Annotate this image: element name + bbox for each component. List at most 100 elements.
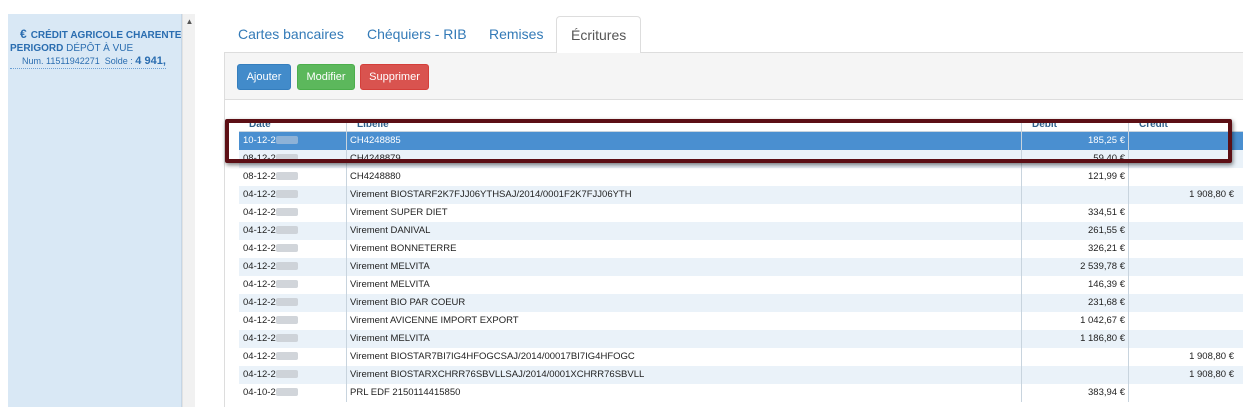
- cell-debit: 231,68 €: [1022, 294, 1127, 312]
- cell-debit-text: 1 042,67 €: [1080, 315, 1125, 326]
- redacted-year: [275, 298, 298, 307]
- cell-debit-text: 1 186,80 €: [1080, 333, 1125, 344]
- cell-libelle: Virement MELVITA: [350, 258, 1020, 276]
- tab-chequiers-rib[interactable]: Chéquiers - RIB: [353, 16, 481, 53]
- account-number: Num. 11511942271: [22, 56, 100, 66]
- cell-libelle-text: Virement SUPER DIET: [350, 207, 448, 218]
- cell-libelle: Virement MELVITA: [350, 330, 1020, 348]
- redacted-year: [275, 172, 298, 181]
- cell-date: 04-12-2: [243, 204, 343, 222]
- cell-date-text: 04-12-2: [243, 315, 276, 326]
- highlight-annotation: [225, 119, 1232, 163]
- cell-date-text: 08-12-2: [243, 171, 276, 182]
- table-row[interactable]: 04-12-2 Virement MELVITA 146,39 €: [239, 276, 1243, 294]
- redacted-year: [275, 280, 298, 289]
- redacted-year: [275, 370, 298, 379]
- redacted-year: [275, 316, 298, 325]
- cell-date-text: 04-12-2: [243, 207, 276, 218]
- redacted-year: [275, 190, 298, 199]
- tab-remises[interactable]: Remises: [475, 16, 557, 53]
- cell-date-text: 04-12-2: [243, 189, 276, 200]
- cell-debit-text: 261,55 €: [1088, 225, 1125, 236]
- sidebar-scrollbar[interactable]: ▲: [182, 14, 195, 407]
- cell-libelle-text: Virement BIOSTARF2K7FJJ06YTHSAJ/2014/000…: [350, 189, 632, 200]
- table-row[interactable]: 04-12-2 Virement BIOSTARF2K7FJJ06YTHSAJ/2…: [239, 186, 1243, 204]
- cell-date: 04-12-2: [243, 348, 343, 366]
- cell-libelle-text: Virement BIOSTARXCHRR76SBVLLSAJ/2014/000…: [350, 369, 645, 380]
- cell-date: 04-12-2: [243, 258, 343, 276]
- cell-date: 04-12-2: [243, 366, 343, 384]
- cell-date: 04-12-2: [243, 294, 343, 312]
- cell-credit: 1 908,80 €: [1129, 366, 1234, 384]
- cell-date: 04-12-2: [243, 240, 343, 258]
- cell-libelle-text: PRL EDF 2150114415850: [350, 387, 461, 398]
- cell-credit: [1129, 276, 1234, 294]
- table-row[interactable]: 08-12-2 CH4248880 121,99 €: [239, 168, 1243, 186]
- cell-debit-text: 383,94 €: [1088, 387, 1125, 398]
- bank-name: CRÉDIT AGRICOLE CHARENTE: [30, 30, 182, 41]
- cell-libelle: Virement BIOSTARF2K7FJJ06YTHSAJ/2014/000…: [350, 186, 1020, 204]
- redacted-year: [275, 388, 298, 397]
- table-row[interactable]: 04-12-2 Virement SUPER DIET 334,51 €: [239, 204, 1243, 222]
- add-button[interactable]: Ajouter: [237, 64, 291, 90]
- cell-credit: 1 908,80 €: [1129, 186, 1234, 204]
- cell-date: 04-12-2: [243, 276, 343, 294]
- table-row[interactable]: 04-12-2 Virement MELVITA 2 539,78 €: [239, 258, 1243, 276]
- cell-debit: [1022, 186, 1127, 204]
- table-row[interactable]: 04-12-2 Virement DANIVAL 261,55 €: [239, 222, 1243, 240]
- cell-libelle-text: Virement DANIVAL: [350, 225, 431, 236]
- account-sidebar: € CRÉDIT AGRICOLE CHARENTE PERIGORD DÉPÔT…: [8, 14, 182, 407]
- cell-libelle-text: Virement BONNETERRE: [350, 243, 457, 254]
- cell-date-text: 04-12-2: [243, 279, 276, 290]
- balance-label: Solde :: [104, 56, 133, 66]
- table-row[interactable]: 04-12-2 Virement BIO PAR COEUR 231,68 €: [239, 294, 1243, 312]
- cell-date: 04-12-2: [243, 186, 343, 204]
- cell-date: 04-12-2: [243, 312, 343, 330]
- cell-credit: [1129, 168, 1234, 186]
- euro-icon: €: [20, 27, 27, 41]
- cell-credit: [1129, 258, 1234, 276]
- table-row[interactable]: 04-12-2 Virement MELVITA 1 186,80 €: [239, 330, 1243, 348]
- table-row[interactable]: 04-12-2 Virement BIOSTARXCHRR76SBVLLSAJ/2…: [239, 366, 1243, 384]
- cell-date-text: 04-12-2: [243, 333, 276, 344]
- account-type: DÉPÔT À VUE: [66, 43, 134, 54]
- cell-date-text: 04-12-2: [243, 369, 276, 380]
- cell-libelle: Virement BONNETERRE: [350, 240, 1020, 258]
- balance-value: 4 941,: [135, 55, 166, 67]
- cell-libelle-text: Virement BIOSTAR7BI7IG4HFOGCSAJ/2014/000…: [350, 351, 635, 362]
- table-body: 10-12-2 CH4248885 185,25 €08-12-2 CH4248879…: [239, 132, 1243, 402]
- cell-date-text: 04-12-2: [243, 297, 276, 308]
- ecritures-panel: Ajouter Modifier Supprimer Date Libellé …: [224, 53, 1243, 407]
- edit-button[interactable]: Modifier: [297, 64, 355, 90]
- cell-debit: 334,51 €: [1022, 204, 1127, 222]
- redacted-year: [275, 244, 298, 253]
- cell-credit-text: 1 908,80 €: [1189, 369, 1234, 380]
- cell-credit: [1129, 312, 1234, 330]
- cell-debit: [1022, 348, 1127, 366]
- tab-ecritures[interactable]: Écritures: [556, 16, 642, 54]
- cell-debit-text: 2 539,78 €: [1080, 261, 1125, 272]
- cell-libelle-text: Virement MELVITA: [350, 261, 430, 272]
- account-item[interactable]: € CRÉDIT AGRICOLE CHARENTE PERIGORD DÉPÔT…: [8, 14, 181, 69]
- cell-credit: [1129, 240, 1234, 258]
- cell-debit-text: 146,39 €: [1088, 279, 1125, 290]
- scroll-up-icon[interactable]: ▲: [183, 14, 196, 30]
- table-row[interactable]: 04-12-2 Virement BIOSTAR7BI7IG4HFOGCSAJ/2…: [239, 348, 1243, 366]
- table-row[interactable]: 04-12-2 Virement AVICENNE IMPORT EXPORT 1 …: [239, 312, 1243, 330]
- cell-date-text: 04-10-2: [243, 387, 276, 398]
- cell-debit: 1 042,67 €: [1022, 312, 1127, 330]
- cell-libelle: Virement BIOSTARXCHRR76SBVLLSAJ/2014/000…: [350, 366, 1020, 384]
- cell-date-text: 04-12-2: [243, 243, 276, 254]
- cell-libelle: Virement BIO PAR COEUR: [350, 294, 1020, 312]
- table-row[interactable]: 04-10-2 PRL EDF 2150114415850 383,94 €: [239, 384, 1243, 402]
- cell-debit: 383,94 €: [1022, 384, 1127, 402]
- account-region: PERIGORD: [10, 43, 64, 54]
- cell-credit: [1129, 384, 1234, 402]
- account-number-balance: Num. 11511942271 Solde : 4 941,: [10, 55, 166, 69]
- table-row[interactable]: 04-12-2 Virement BONNETERRE 326,21 €: [239, 240, 1243, 258]
- cell-libelle: Virement DANIVAL: [350, 222, 1020, 240]
- cell-debit: 326,21 €: [1022, 240, 1127, 258]
- tab-cartes-bancaires[interactable]: Cartes bancaires: [224, 16, 358, 53]
- redacted-year: [275, 208, 298, 217]
- delete-button[interactable]: Supprimer: [360, 64, 429, 90]
